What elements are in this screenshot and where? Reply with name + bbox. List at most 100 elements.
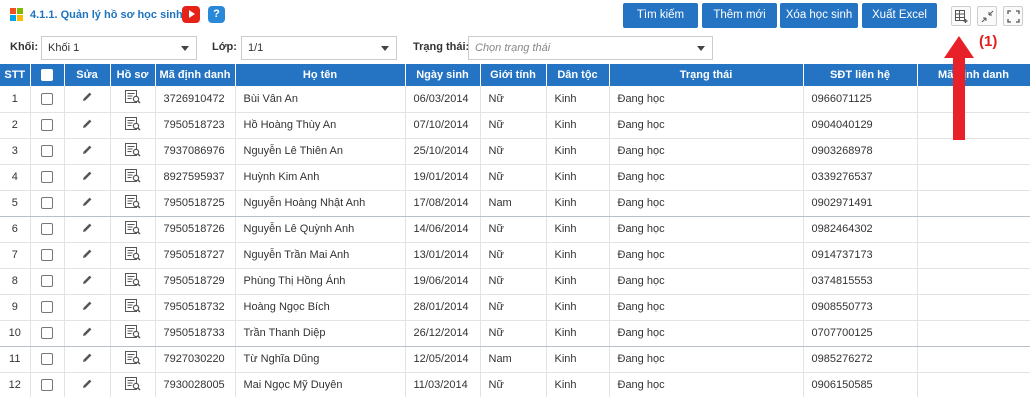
cell-edit[interactable] [64,138,111,165]
cell-select[interactable] [30,138,65,165]
select-all-checkbox[interactable] [41,69,53,82]
cell-edit[interactable] [64,320,111,347]
col-header[interactable]: Họ tên [235,64,406,86]
cell-profile[interactable] [110,372,156,397]
col-header-select-all[interactable] [30,64,65,86]
cell-edit[interactable] [64,242,111,269]
profile-search-icon[interactable] [124,324,141,339]
table-row[interactable]: 3 7937086976 Nguyễn Lê Thiên An 25/10/2014 N… [0,138,1030,165]
column-settings-button[interactable] [951,6,971,26]
cell-edit[interactable] [64,268,111,295]
fullscreen-button[interactable] [1003,6,1023,26]
edit-icon[interactable] [81,170,93,182]
cell-select[interactable] [30,294,65,321]
cell-select[interactable] [30,112,65,139]
profile-search-icon[interactable] [124,116,141,131]
export-excel-button[interactable]: Xuất Excel [862,3,937,28]
col-header[interactable]: Dân tộc [546,64,610,86]
row-checkbox[interactable] [41,171,53,184]
youtube-icon[interactable] [182,6,200,23]
cell-profile[interactable] [110,268,156,295]
row-checkbox[interactable] [41,119,53,132]
row-checkbox[interactable] [41,145,53,158]
cell-edit[interactable] [64,346,111,373]
edit-icon[interactable] [81,91,93,103]
profile-search-icon[interactable] [124,298,141,313]
collapse-button[interactable] [977,6,997,26]
edit-icon[interactable] [81,326,93,338]
edit-icon[interactable] [81,248,93,260]
edit-icon[interactable] [81,222,93,234]
profile-search-icon[interactable] [124,90,141,104]
row-checkbox[interactable] [41,353,53,366]
table-row[interactable]: 11 7927030220 Từ Nghĩa Dũng 12/05/2014 Nam Ki… [0,346,1030,373]
cell-profile[interactable] [110,164,156,191]
class-select[interactable]: 1/1 [241,36,397,60]
status-select[interactable]: Chọn trạng thái [468,36,713,60]
profile-search-icon[interactable] [124,376,141,391]
cell-edit[interactable] [64,86,111,113]
col-header[interactable]: Trạng thái [609,64,804,86]
table-row[interactable]: 9 7950518732 Hoàng Ngọc Bích 28/01/2014 Nữ Ki… [0,294,1030,321]
cell-profile[interactable] [110,294,156,321]
cell-select[interactable] [30,268,65,295]
edit-icon[interactable] [81,118,93,130]
col-header[interactable]: Mã định danh [155,64,236,86]
table-row[interactable]: 2 7950518723 Hồ Hoàng Thùy An 07/10/2014 Nữ K… [0,112,1030,139]
cell-edit[interactable] [64,372,111,397]
profile-search-icon[interactable] [124,246,141,261]
grade-select[interactable]: Khối 1 [41,36,197,60]
edit-icon[interactable] [81,378,93,390]
col-header[interactable]: SĐT liên hệ [803,64,918,86]
search-button[interactable]: Tìm kiếm [623,3,698,28]
profile-search-icon[interactable] [124,350,141,365]
cell-edit[interactable] [64,112,111,139]
cell-edit[interactable] [64,190,111,217]
cell-select[interactable] [30,86,65,113]
table-row[interactable]: 12 7930028005 Mai Ngọc Mỹ Duyên 11/03/2014 N… [0,372,1030,397]
edit-icon[interactable] [81,144,93,156]
cell-select[interactable] [30,320,65,347]
cell-edit[interactable] [64,164,111,191]
table-row[interactable]: 8 7950518729 Phùng Thị Hồng Ánh 19/06/2014 N… [0,268,1030,295]
cell-select[interactable] [30,372,65,397]
row-checkbox[interactable] [41,275,53,288]
row-checkbox[interactable] [41,327,53,340]
row-checkbox[interactable] [41,223,53,236]
row-checkbox[interactable] [41,301,53,314]
edit-icon[interactable] [81,300,93,312]
col-header[interactable]: Ngày sinh [405,64,481,86]
profile-search-icon[interactable] [124,272,141,287]
cell-select[interactable] [30,190,65,217]
cell-select[interactable] [30,242,65,269]
table-row[interactable]: 7 7950518727 Nguyễn Trần Mai Anh 13/01/2014… [0,242,1030,269]
cell-profile[interactable] [110,242,156,269]
cell-profile[interactable] [110,320,156,347]
table-row[interactable]: 6 7950518726 Nguyễn Lê Quỳnh Anh 14/06/2014… [0,216,1030,243]
cell-edit[interactable] [64,294,111,321]
cell-select[interactable] [30,216,65,243]
cell-profile[interactable] [110,346,156,373]
edit-icon[interactable] [81,274,93,286]
cell-profile[interactable] [110,86,156,113]
table-row[interactable]: 1 3726910472 Bùi Vân An 06/03/2014 Nữ Kinh Đan… [0,86,1030,113]
cell-edit[interactable] [64,216,111,243]
edit-icon[interactable] [81,352,93,364]
profile-search-icon[interactable] [124,220,141,235]
cell-profile[interactable] [110,190,156,217]
profile-search-icon[interactable] [124,168,141,183]
profile-search-icon[interactable] [124,142,141,157]
edit-icon[interactable] [81,196,93,208]
col-header[interactable]: STT [0,64,31,86]
row-checkbox[interactable] [41,92,53,105]
add-new-button[interactable]: Thêm mới [702,3,777,28]
row-checkbox[interactable] [41,379,53,392]
cell-profile[interactable] [110,112,156,139]
cell-select[interactable] [30,346,65,373]
table-row[interactable]: 10 7950518733 Trần Thanh Diệp 26/12/2014 Nữ K… [0,320,1030,347]
profile-search-icon[interactable] [124,194,141,209]
table-row[interactable]: 4 8927595937 Huỳnh Kim Anh 19/01/2014 Nữ Kinh… [0,164,1030,191]
cell-profile[interactable] [110,216,156,243]
delete-student-button[interactable]: Xóa học sinh [780,3,858,28]
help-icon[interactable]: ? [208,6,225,23]
